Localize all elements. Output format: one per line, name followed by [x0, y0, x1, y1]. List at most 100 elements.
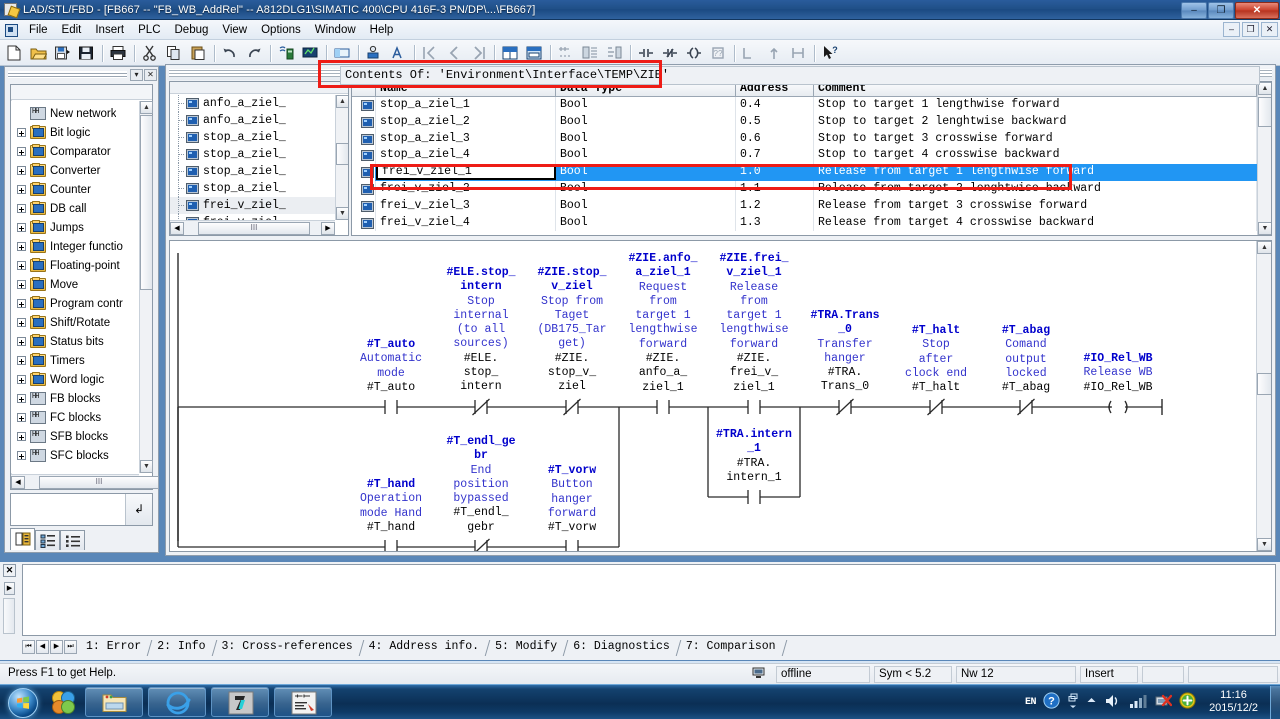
expand-icon[interactable] [17, 413, 26, 422]
ladder-element[interactable]: #TRA.Trans _0 Transfer hanger #TRA. Trans_… [803, 309, 887, 395]
code-view-icon[interactable] [523, 42, 546, 64]
signal-bars-icon[interactable] [1129, 693, 1147, 712]
show-hidden-icons-icon[interactable] [1067, 693, 1079, 712]
interface-tree-item[interactable]: frei_v_ziel_ [170, 197, 335, 214]
expand-icon[interactable] [17, 280, 26, 289]
hscroll-track[interactable]: III [25, 475, 159, 489]
expand-icon[interactable] [17, 204, 26, 213]
scroll-thumb[interactable] [140, 115, 153, 290]
overview-icon[interactable] [331, 42, 354, 64]
monitor-icon[interactable] [299, 42, 322, 64]
tree-item-word-logic[interactable]: Word logic [11, 370, 139, 389]
output-tab-nav-prev[interactable]: ◀ [36, 640, 49, 654]
interface-tree-hscrollbar[interactable]: ◀ III ▶ [170, 220, 335, 235]
cell-comment[interactable]: Release from target 2 lenghtwise backwar… [814, 180, 1257, 198]
taskbar-item-explorer[interactable] [85, 687, 143, 717]
menu-help[interactable]: Help [363, 22, 401, 38]
expand-icon[interactable] [17, 375, 26, 384]
interface-tree-list[interactable]: anfo_a_ziel_ anfo_a_ziel_ stop_a_ziel_ stop… [170, 95, 335, 220]
menu-view[interactable]: View [215, 22, 254, 38]
interface-tree[interactable]: anfo_a_ziel_ anfo_a_ziel_ stop_a_ziel_ stop… [169, 81, 349, 236]
tree-item-new-network[interactable]: HH New network [11, 104, 139, 123]
save-as-icon[interactable] [51, 42, 74, 64]
panel-drag-grip[interactable] [8, 71, 127, 78]
mdi-restore-button[interactable]: ❐ [1242, 22, 1259, 37]
cell-comment[interactable]: Release from target 4 crosswise backward [814, 214, 1257, 232]
cell-name[interactable]: frei_v_ziel_2 [376, 180, 556, 198]
table-row[interactable]: stop_a_ziel_4 Bool 0.7 Stop to target 4 cro… [352, 147, 1257, 165]
interface-tree-item[interactable]: stop_a_ziel_ [170, 163, 335, 180]
expand-icon[interactable] [17, 356, 26, 365]
tree-item-jumps[interactable]: Jumps [11, 218, 139, 237]
open-icon[interactable] [27, 42, 50, 64]
ladder-element[interactable]: #ZIE.frei_ v_ziel_1 Release from target 1… [711, 252, 797, 395]
expand-icon[interactable] [17, 242, 26, 251]
cell-name[interactable]: stop_a_ziel_4 [376, 147, 556, 165]
panel-close-button[interactable]: ✕ [144, 68, 157, 81]
menu-insert[interactable]: Insert [88, 22, 131, 38]
table-row[interactable]: stop_a_ziel_2 Bool 0.5 Stop to target 2 len… [352, 113, 1257, 131]
output-tab-6[interactable]: 6: Diagnostics [565, 639, 678, 655]
cut-icon[interactable] [139, 42, 162, 64]
table-row[interactable]: stop_a_ziel_1 Bool 0.4 Stop to target 1 len… [352, 97, 1257, 114]
ladder-element[interactable]: #T_endl_ge br End position bypassed #T_end… [441, 435, 521, 535]
empty-box-icon[interactable]: ?? [707, 42, 730, 64]
scroll-down-arrow[interactable]: ▼ [140, 460, 153, 473]
interface-tree-item[interactable]: stop_a_ziel_ [170, 146, 335, 163]
ladder-element[interactable]: #ZIE.anfo_ a_ziel_1 Request from target 1… [620, 252, 706, 395]
declaration-view-icon[interactable] [499, 42, 522, 64]
expand-icon[interactable] [17, 128, 26, 137]
tree-item-db-call[interactable]: DB call [11, 199, 139, 218]
copy-icon[interactable] [163, 42, 186, 64]
cell-comment[interactable]: Release from target 3 crosswise forward [814, 197, 1257, 215]
tab-details[interactable] [60, 530, 85, 550]
goto-prev-icon[interactable] [443, 42, 466, 64]
restore-button[interactable]: ❐ [1208, 1, 1234, 19]
panel-dropdown-button[interactable]: ▾ [130, 68, 143, 81]
cell-comment[interactable]: Stop to target 1 lengthwise forward [814, 97, 1257, 114]
output-tab-2[interactable]: 2: Info [149, 639, 213, 655]
program-elements-tree[interactable]: HH New network Bit logic Comparator Converte… [11, 101, 139, 473]
branch-open-icon[interactable] [739, 42, 762, 64]
cell-comment[interactable]: Stop to target 2 lenghtwise backward [814, 113, 1257, 131]
expand-icon[interactable] [17, 337, 26, 346]
close-button[interactable]: ✕ [1235, 1, 1279, 19]
ladder-element[interactable]: #T_halt Stop after clock end #T_halt [900, 324, 972, 395]
cell-name[interactable]: stop_a_ziel_3 [376, 130, 556, 148]
ladder-scroll-up[interactable]: ▲ [1257, 241, 1271, 254]
ladder-element[interactable]: #T_abag Comand output locked #T_abag [991, 324, 1061, 395]
mdi-minimize-button[interactable]: – [1223, 22, 1240, 37]
taskbar-clock[interactable]: 11:16 2015/12/2 [1203, 689, 1264, 715]
interface-scroll-up[interactable]: ▲ [336, 95, 348, 108]
undo-icon[interactable] [219, 42, 242, 64]
output-side-scrollbar[interactable] [3, 598, 15, 634]
download-icon[interactable] [275, 42, 298, 64]
save-icon[interactable] [75, 42, 98, 64]
goto-next-icon[interactable] [467, 42, 490, 64]
symbol-icon[interactable] [363, 42, 386, 64]
cell-comment[interactable]: Stop to target 3 crosswise forward [814, 130, 1257, 148]
expand-icon[interactable] [17, 318, 26, 327]
table-row[interactable]: frei_v_ziel_3 Bool 1.2 Release from target … [352, 197, 1257, 215]
interface-scroll-down[interactable]: ▼ [336, 207, 348, 220]
redo-icon[interactable] [243, 42, 266, 64]
cell-name[interactable]: frei_v_ziel_4 [376, 214, 556, 232]
output-expand-button[interactable]: ▶ [4, 582, 15, 595]
cell-comment[interactable]: Stop to target 4 crosswise backward [814, 147, 1257, 165]
cell-comment[interactable]: Release from target 1 lengthwise forward [814, 164, 1257, 181]
declaration-table-vscrollbar[interactable]: ▲ ▼ [1257, 82, 1271, 235]
interface-tree-item[interactable]: anfo_a_ziel_ [170, 95, 335, 112]
expand-icon[interactable] [17, 451, 26, 460]
ladder-element[interactable]: #T_hand Operation mode Hand #T_hand [351, 478, 431, 535]
table-row[interactable]: stop_a_ziel_3 Bool 0.6 Stop to target 3 cro… [352, 130, 1257, 148]
interface-hscroll-right[interactable]: ▶ [321, 221, 335, 235]
interface-hscroll-left[interactable]: ◀ [170, 221, 184, 235]
help-icon[interactable]: ? [1043, 692, 1060, 712]
tree-item-integer-functio[interactable]: Integer functio [11, 237, 139, 256]
print-icon[interactable] [107, 42, 130, 64]
tree-item-fc-blocks[interactable]: HH FC blocks [11, 408, 139, 427]
decl-scroll-thumb[interactable] [1258, 97, 1271, 127]
interface-tree-item[interactable]: stop_a_ziel_ [170, 129, 335, 146]
language-indicator[interactable]: EN [1025, 697, 1037, 708]
taskbar-item-lad-stl-fbd[interactable] [274, 687, 332, 717]
